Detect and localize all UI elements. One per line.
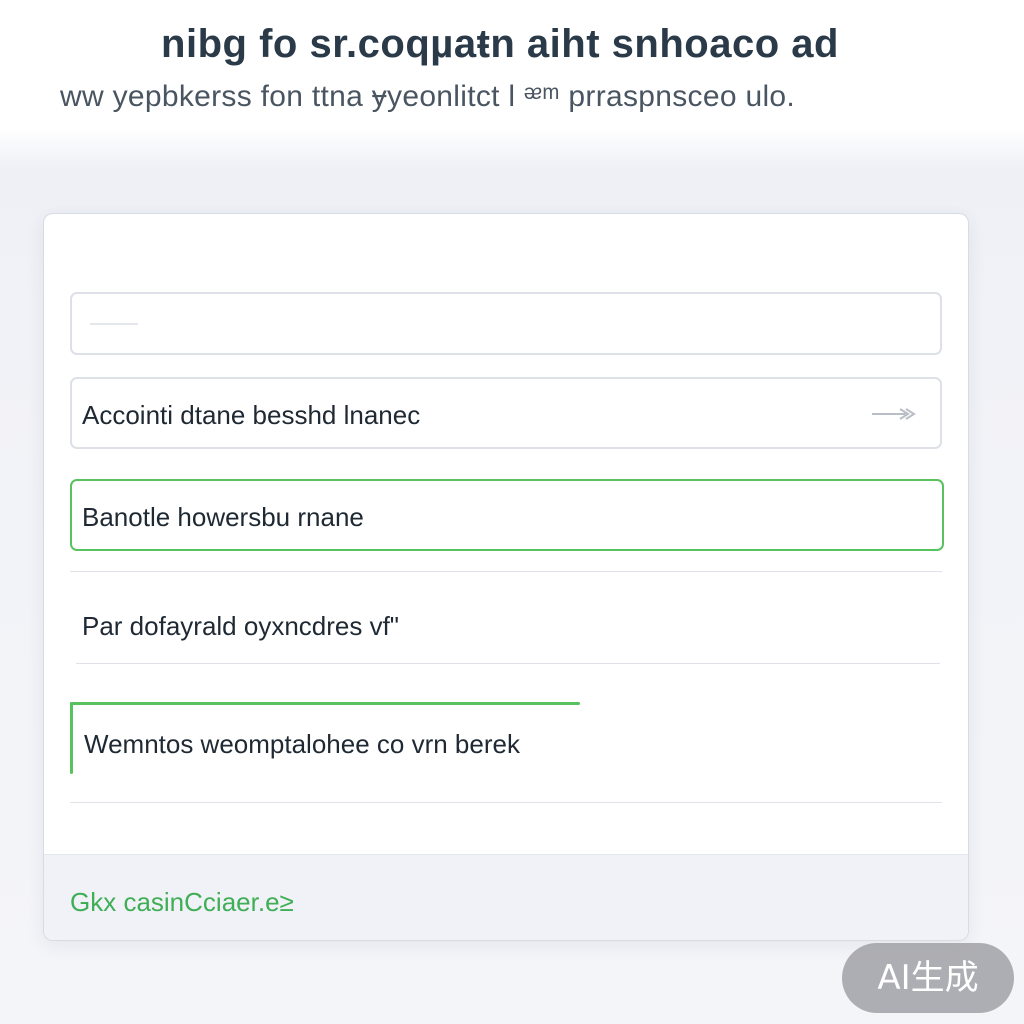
active-list-item[interactable]: Wemntos weomptalohee co vrn berek: [70, 702, 942, 774]
active-accent-edge: [70, 702, 73, 774]
active-accent-bar: [70, 702, 580, 705]
focused-name-value: Banotle howersbu rnane: [82, 502, 364, 532]
list-item-label: Par dofayrald oyxncdres vf": [82, 611, 400, 641]
empty-text-field[interactable]: [70, 292, 942, 355]
arrow-right-icon[interactable]: [870, 406, 916, 422]
page-subtitle: ww yepbkerss fon ttna ɏyeonlitct l ᵆᵐ pr…: [60, 80, 796, 113]
page-header: nibg fo sr.coqµaŧn aiht snhoaco ad ww ye…: [0, 0, 1024, 130]
placeholder-mark: [90, 323, 138, 325]
row-divider: [70, 571, 942, 572]
page-title: nibg fo sr.coqµaŧn aiht snhoaco ad: [161, 22, 839, 66]
row-divider: [76, 663, 940, 664]
list-item[interactable]: Par dofayrald oyxncdres vf": [70, 584, 942, 664]
footer-link[interactable]: Gkx casinCciaer.e≥: [70, 887, 294, 918]
ai-generated-badge: AI生成: [842, 943, 1014, 1013]
focused-name-field[interactable]: Banotle howersbu rnane: [70, 479, 944, 551]
card-footer: Gkx casinCciaer.e≥: [44, 854, 968, 940]
page: nibg fo sr.coqµaŧn aiht snhoaco ad ww ye…: [0, 0, 1024, 1024]
form-card: Accointi dtane besshd lnanec Banotle how…: [43, 213, 969, 941]
account-name-field[interactable]: Accointi dtane besshd lnanec: [70, 377, 942, 449]
account-name-value: Accointi dtane besshd lnanec: [82, 400, 421, 430]
active-list-item-label: Wemntos weomptalohee co vrn berek: [84, 729, 520, 759]
row-divider: [70, 802, 942, 803]
